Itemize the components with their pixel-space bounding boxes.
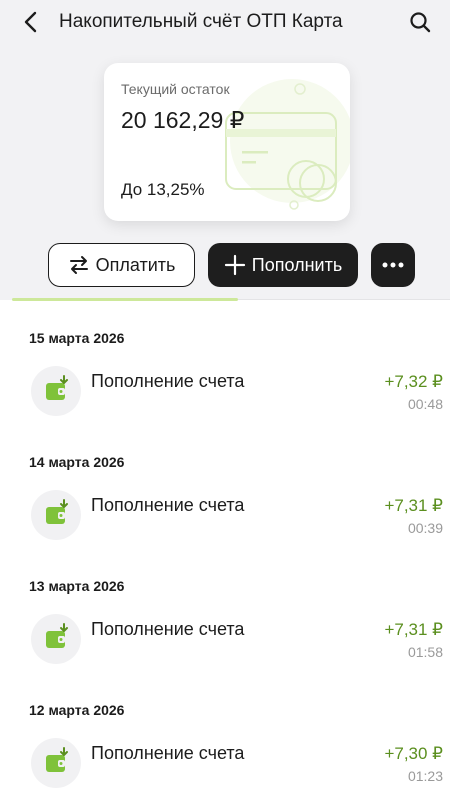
app-header: Накопительный счёт ОТП Карта [0,0,450,44]
transaction-amount: +7,31 ₽ [384,496,443,515]
card-illustration-icon [225,79,350,210]
plus-icon [224,254,245,276]
wallet-deposit-icon [31,366,81,416]
balance-card[interactable]: Текущий остаток 20 162,29 ₽ До 13,25% [104,63,350,221]
interest-rate: До 13,25% [121,180,205,199]
wallet-deposit-icon [31,490,81,540]
transaction-date: 13 марта 2026 [29,578,125,594]
transaction-amount: +7,30 ₽ [384,744,443,763]
transaction-row[interactable]: Пополнение счета +7,31 ₽ 00:39 [0,488,450,544]
transfer-arrows-icon [69,256,88,274]
transaction-group: 12 марта 2026 Пополнение счета +7,30 ₽ 0… [0,672,450,796]
search-button[interactable] [408,10,432,34]
page-title: Накопительный счёт ОТП Карта [59,11,343,32]
transaction-amount: +7,32 ₽ [384,372,443,391]
transaction-group: 15 марта 2026 Пополнение счета +7,32 ₽ 0… [0,300,450,424]
more-button[interactable] [371,243,415,287]
pay-button[interactable]: Оплатить [48,243,195,287]
balance-label: Текущий остаток [121,81,230,97]
transaction-time: 00:48 [407,396,443,412]
top-up-button[interactable]: Пополнить [208,243,358,287]
transaction-group: 13 марта 2026 Пополнение счета +7,31 ₽ 0… [0,548,450,672]
transaction-date: 15 марта 2026 [29,330,125,346]
back-button[interactable] [20,10,44,34]
transaction-title: Пополнение счета [91,743,245,763]
transaction-row[interactable]: Пополнение счета +7,32 ₽ 00:48 [0,364,450,420]
search-icon [410,12,431,33]
transaction-time: 00:39 [407,520,443,536]
top-up-button-label: Пополнить [251,254,343,275]
transaction-date: 14 марта 2026 [29,454,125,470]
transaction-row[interactable]: Пополнение счета +7,30 ₽ 01:23 [0,736,450,792]
transaction-date: 12 марта 2026 [29,702,125,718]
transaction-group: 14 марта 2026 Пополнение счета +7,31 ₽ 0… [0,424,450,548]
transaction-time: 01:23 [407,768,443,784]
wallet-deposit-icon [31,614,81,664]
more-dots-icon [382,262,404,268]
transaction-amount: +7,31 ₽ [384,620,443,639]
transaction-row[interactable]: Пополнение счета +7,31 ₽ 01:58 [0,612,450,668]
transaction-time: 01:58 [407,644,443,660]
chevron-left-icon [24,11,37,33]
wallet-deposit-icon [31,738,81,788]
transaction-title: Пополнение счета [91,619,245,639]
pay-button-label: Оплатить [95,254,176,275]
transaction-title: Пополнение счета [91,371,245,391]
transaction-title: Пополнение счета [91,495,245,515]
balance-amount: 20 162,29 ₽ [121,107,245,133]
